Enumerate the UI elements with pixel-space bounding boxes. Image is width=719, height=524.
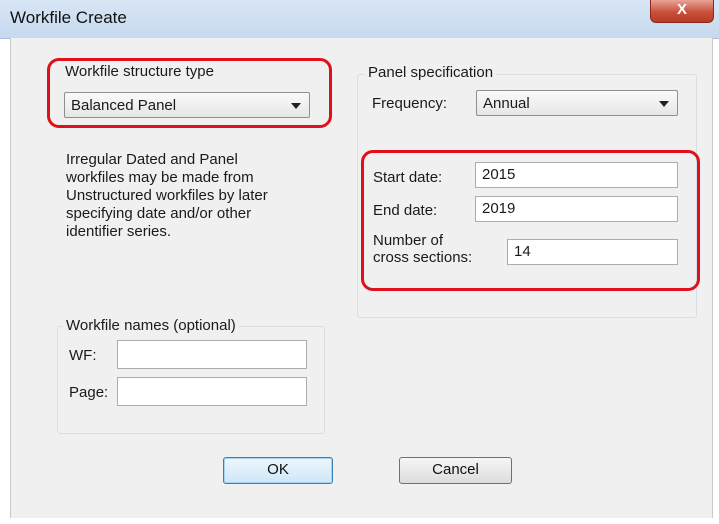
frequency-label: Frequency: [372,95,448,112]
cancel-button[interactable]: Cancel [399,457,512,484]
cross-sections-label-line2: cross sections: [373,249,473,266]
close-button[interactable]: X [650,0,714,23]
chevron-down-icon [291,103,301,109]
wf-label: WF: [69,347,97,364]
structure-description: Irregular Dated and Panel workfiles may … [66,151,326,241]
cross-sections-input[interactable]: 14 [507,239,678,265]
description-line: Irregular Dated and Panel [66,151,238,168]
frequency-select[interactable]: Annual [476,90,678,116]
page-name-input[interactable] [117,377,307,406]
structure-type-select[interactable]: Balanced Panel [64,92,310,118]
wf-name-input[interactable] [117,340,307,369]
cross-sections-label-line1: Number of [373,232,444,249]
ok-button[interactable]: OK [223,457,333,484]
end-date-label: End date: [373,202,438,219]
start-date-input[interactable]: 2015 [475,162,678,188]
close-icon: X [676,1,687,18]
panel-spec-label: Panel specification [365,64,497,81]
window-title: Workfile Create [10,8,127,27]
end-date-input[interactable]: 2019 [475,196,678,222]
description-line: specifying date and/or other [66,205,252,222]
workfile-names-label: Workfile names (optional) [63,317,239,334]
start-date-label: Start date: [373,169,443,186]
cross-sections-label: Number of cross sections: [373,232,472,266]
description-line: Unstructured workfiles by later [66,187,268,204]
frequency-value: Annual [483,95,530,112]
description-line: workfiles may be made from [66,169,254,186]
title-bar: Workfile Create X [0,0,719,39]
structure-type-label: Workfile structure type [65,63,214,80]
structure-type-value: Balanced Panel [71,97,177,114]
dialog-body: Workfile structure type Balanced Panel I… [10,38,713,518]
description-line: identifier series. [66,223,172,240]
page-label: Page: [69,384,109,401]
chevron-down-icon [659,101,669,107]
